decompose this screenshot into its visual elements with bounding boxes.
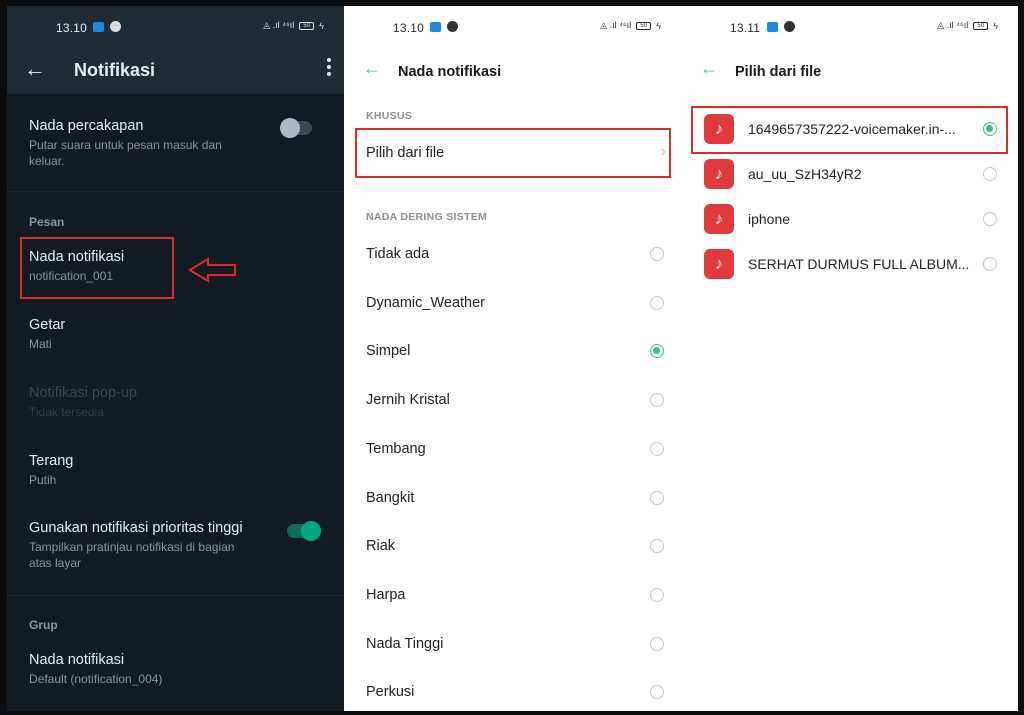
high-priority-toggle[interactable] — [287, 521, 321, 541]
setting-title: Notifikasi pop-up — [29, 385, 137, 401]
signal-icons: ◬ .ıl ⁴⁶ıl — [600, 20, 632, 30]
ringtone-name[interactable]: Tembang — [366, 441, 426, 457]
radio-button[interactable] — [983, 212, 997, 226]
highlight-box — [691, 106, 1008, 154]
sync-icon — [784, 21, 795, 32]
light-setting[interactable]: Terang Putih — [29, 453, 73, 488]
ringtone-name[interactable]: Jernih Kristal — [366, 392, 450, 408]
notifications-settings-screen: 13.10 ◬ .ıl ⁴⁶ıl 50 ϟ ← Notifikasi Nada … — [7, 6, 344, 711]
ringtone-name[interactable]: Riak — [366, 538, 395, 554]
app-notification-icon — [767, 22, 778, 32]
divider — [7, 595, 344, 596]
file-name[interactable]: SERHAT DURMUS FULL ALBUM... — [748, 256, 969, 272]
radio-button[interactable] — [650, 295, 664, 310]
radio-button[interactable] — [650, 636, 664, 651]
status-icons: ◬ .ıl ⁴⁶ıl 50 ϟ — [263, 20, 324, 31]
ringtone-name[interactable]: Nada Tinggi — [366, 636, 443, 652]
highlight-box — [20, 237, 174, 299]
section-header-custom: KHUSUS — [366, 110, 413, 122]
setting-subtitle: Putar suara untuk pesan masuk dan keluar… — [29, 138, 222, 168]
section-header-system-ringtones: NADA DERING SISTEM — [366, 211, 488, 223]
conversation-tones-setting[interactable]: Nada percakapan Putar suara untuk pesan … — [29, 118, 222, 169]
battery-icon: 50 — [299, 21, 315, 30]
sync-icon — [447, 21, 458, 32]
back-arrow-icon[interactable]: ← — [363, 58, 381, 79]
setting-subtitle: Default (notification_004) — [29, 672, 163, 686]
radio-button[interactable] — [650, 539, 664, 554]
file-name[interactable]: au_uu_SzH34yR2 — [748, 166, 862, 182]
highlight-box — [355, 128, 671, 178]
divider — [366, 190, 666, 191]
radio-button-checked[interactable] — [650, 344, 664, 359]
ringtone-name[interactable]: Perkusi — [366, 684, 414, 700]
back-arrow-icon[interactable]: ← — [700, 58, 718, 79]
back-arrow-icon[interactable]: ← — [24, 56, 46, 82]
setting-subtitle: Mati — [29, 337, 52, 351]
signal-icons: ◬ .ıl ⁴⁶ıl — [937, 20, 969, 30]
annotation-arrow-icon — [188, 257, 236, 283]
app-bar: ← Pilih dari file — [681, 48, 1018, 94]
ringtone-name[interactable]: Tidak ada — [366, 246, 429, 262]
charging-icon: ϟ — [656, 20, 661, 31]
sync-icon — [110, 21, 121, 32]
divider — [7, 191, 344, 192]
status-bar: 13.10 ◬ .ıl ⁴⁶ıl 50 ϟ — [344, 6, 681, 48]
radio-button[interactable] — [983, 257, 997, 271]
setting-title: Getar — [29, 317, 66, 333]
battery-icon: 50 — [636, 21, 652, 30]
setting-subtitle: Putih — [29, 473, 57, 487]
app-bar: ← Nada notifikasi — [344, 48, 681, 94]
status-time: 13.10 — [56, 21, 88, 35]
vibrate-setting[interactable]: Getar Mati — [29, 317, 65, 352]
app-notification-icon — [430, 22, 441, 32]
charging-icon: ϟ — [993, 20, 998, 31]
page-title: Notifikasi — [74, 60, 156, 80]
app-bar: ← Notifikasi — [7, 48, 344, 94]
popup-notification-setting: Notifikasi pop-up Tidak tersedia — [29, 385, 137, 420]
music-note-icon: ♪ — [704, 204, 734, 234]
radio-button[interactable] — [650, 587, 664, 602]
status-bar: 13.11 ◬ .ıl ⁴⁶ıl 50 ϟ — [681, 6, 1018, 48]
choose-file-screen: 13.11 ◬ .ıl ⁴⁶ıl 50 ϟ ← Pilih dari file … — [681, 6, 1018, 711]
setting-title: Terang — [29, 453, 74, 469]
status-icons: ◬ .ıl ⁴⁶ıl 50 ϟ — [600, 20, 661, 31]
status-time: 13.11 — [730, 21, 761, 35]
radio-button[interactable] — [650, 685, 664, 700]
high-priority-notifications-setting[interactable]: Gunakan notifikasi prioritas tinggi Tamp… — [29, 520, 243, 571]
setting-title: Nada percakapan — [29, 118, 144, 134]
group-notification-tone-setting[interactable]: Nada notifikasi Default (notification_00… — [29, 652, 162, 687]
section-header-group: Grup — [29, 618, 58, 632]
page-title: Nada notifikasi — [398, 64, 502, 80]
radio-button[interactable] — [650, 247, 664, 261]
radio-button[interactable] — [650, 441, 664, 456]
radio-button[interactable] — [650, 490, 664, 505]
ringtone-name[interactable]: Dynamic_Weather — [366, 295, 485, 311]
charging-icon: ϟ — [319, 20, 324, 31]
status-bar: 13.10 ◬ .ıl ⁴⁶ıl 50 ϟ — [7, 6, 344, 48]
ringtone-name[interactable]: Bangkit — [366, 490, 414, 506]
notification-tone-screen: 13.10 ◬ .ıl ⁴⁶ıl 50 ϟ ← Nada notifikasi … — [344, 6, 681, 711]
conversation-tones-toggle[interactable] — [280, 118, 312, 138]
setting-title: Nada notifikasi — [29, 652, 125, 668]
ringtone-name[interactable]: Simpel — [366, 343, 410, 359]
ringtone-name[interactable]: Harpa — [366, 587, 406, 603]
music-note-icon: ♪ — [704, 249, 734, 279]
file-name[interactable]: iphone — [748, 211, 790, 227]
status-time: 13.10 — [393, 21, 425, 35]
status-icons: ◬ .ıl ⁴⁶ıl 50 ϟ — [937, 20, 998, 31]
more-options-icon[interactable] — [327, 58, 331, 76]
radio-button[interactable] — [983, 167, 997, 181]
setting-subtitle: Tampilkan pratinjau notifikasi di bagian… — [29, 540, 235, 570]
section-header-messages: Pesan — [29, 215, 65, 229]
app-notification-icon — [93, 22, 104, 32]
battery-icon: 50 — [973, 21, 989, 30]
radio-button[interactable] — [650, 393, 664, 408]
setting-title: Gunakan notifikasi prioritas tinggi — [29, 520, 243, 536]
page-title: Pilih dari file — [735, 64, 822, 80]
signal-icons: ◬ .ıl ⁴⁶ıl — [263, 20, 295, 30]
screenshot-frame: 13.10 ◬ .ıl ⁴⁶ıl 50 ϟ ← Notifikasi Nada … — [7, 6, 1018, 711]
music-note-icon: ♪ — [704, 159, 734, 189]
setting-subtitle: Tidak tersedia — [29, 405, 104, 419]
